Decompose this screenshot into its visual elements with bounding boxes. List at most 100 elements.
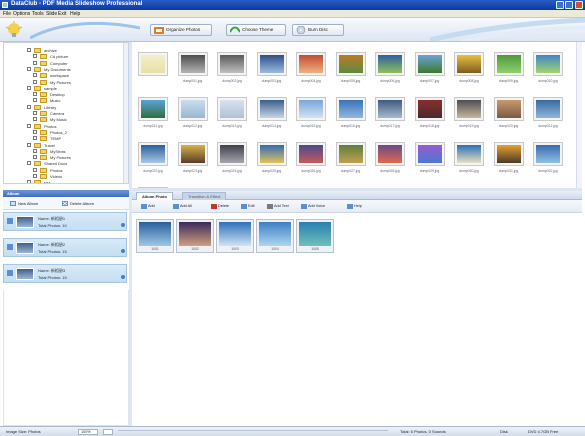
album-delete-icon[interactable] [121,223,125,227]
workspace-tool-add-voice[interactable]: Add Voice [300,203,325,210]
expand-toggle-icon[interactable] [27,142,31,147]
expand-toggle-icon[interactable] [33,79,37,84]
photo-thumbnail[interactable] [335,97,366,121]
expand-toggle-icon[interactable] [33,136,37,141]
folder-icon [34,161,41,167]
organize-photos-button[interactable]: Organize Photos [150,24,212,36]
expand-toggle-icon[interactable] [27,104,31,109]
expand-toggle-icon[interactable] [33,60,37,65]
album-delete-icon[interactable] [121,275,125,279]
photo-thumbnail[interactable] [454,52,484,76]
photo-thumbnail[interactable] [256,52,287,76]
album-item[interactable]: Name: 新相册1 Total Photos: 10 [3,212,127,231]
photo-thumbnail[interactable] [335,52,366,76]
minimize-button[interactable] [556,1,564,9]
burn-disc-button[interactable]: Burn Disc [292,24,344,36]
photo-thumbnail[interactable] [493,52,524,76]
expand-toggle-icon[interactable] [27,85,31,90]
photo-thumbnail[interactable] [296,52,326,76]
expand-toggle-icon[interactable] [33,111,37,115]
expand-toggle-icon[interactable] [33,117,37,122]
album-photo-image [179,222,211,246]
photo-thumbnail[interactable] [256,97,287,121]
photo-thumbnail[interactable] [533,97,563,121]
workspace-tool-delete[interactable]: Delete [210,203,229,210]
photo-thumbnail[interactable] [493,97,524,121]
expand-toggle-icon[interactable] [33,174,37,178]
photo-thumbnail[interactable] [217,97,247,121]
maximize-button[interactable] [565,1,573,9]
photo-thumbnail[interactable] [454,97,484,121]
photo-thumbnail[interactable] [177,97,208,121]
menu-item-options[interactable]: Options [13,11,30,17]
grid-scrollbar[interactable] [576,42,582,188]
tab-album-photo[interactable]: Album Photo [136,192,173,200]
zoom-button[interactable] [103,429,113,435]
album-photo[interactable]: 1001 [136,219,174,253]
choose-theme-button[interactable]: Choose Theme [226,24,286,36]
workspace-tool-add-text[interactable]: Add Text [266,203,289,210]
photo-thumbnail[interactable] [217,52,247,76]
album-item[interactable]: Name: 新相册2 Total Photos: 15 [3,238,127,257]
photo-thumbnail[interactable] [138,97,168,121]
menu-item-file[interactable]: File [3,11,11,17]
tree-item[interactable]: sea [4,179,124,183]
expand-toggle-icon[interactable] [27,161,31,166]
tree-scrollbar[interactable] [123,43,128,183]
expand-toggle-icon[interactable] [33,155,37,160]
photo-thumbnail[interactable] [533,142,563,166]
workspace-tool-add-all[interactable]: Add All [172,203,192,210]
expand-toggle-icon[interactable] [33,167,37,172]
delete-album-button[interactable]: Delete Album [61,200,94,207]
photo-thumbnail[interactable] [493,142,524,166]
expand-toggle-icon[interactable] [33,129,37,134]
expand-toggle-icon[interactable] [33,73,37,78]
photo-thumbnail[interactable] [138,142,168,166]
photo-thumbnail[interactable] [414,97,445,121]
album-photo[interactable]: 1003 [216,219,254,253]
photo-thumbnail[interactable] [533,52,563,76]
expand-toggle-icon[interactable] [33,54,37,59]
expand-toggle-icon[interactable] [27,180,31,183]
thumbnail-caption: dump024.jpg [222,169,242,173]
expand-toggle-icon[interactable] [33,148,37,153]
photo-thumbnail[interactable] [177,52,208,76]
workspace-tool-help[interactable]: Help [346,203,362,210]
workspace-tool-edit[interactable]: Edit [240,203,255,210]
folder-icon [40,60,47,66]
expand-toggle-icon[interactable] [27,66,31,71]
expand-toggle-icon[interactable] [33,98,37,103]
photo-thumbnail[interactable] [296,142,326,166]
photo-thumbnail[interactable] [414,142,445,166]
photo-thumbnail[interactable] [335,142,366,166]
photo-thumbnail[interactable] [375,142,405,166]
menu-item-tools[interactable]: Tools [32,11,44,17]
photo-thumbnail[interactable] [414,52,445,76]
photo-thumbnail[interactable] [454,142,484,166]
expand-toggle-icon[interactable] [33,92,37,97]
close-button[interactable] [575,1,583,9]
workspace-tool-add[interactable]: Add [140,203,155,210]
expand-toggle-icon[interactable] [27,123,31,128]
folder-icon [40,92,47,98]
album-delete-icon[interactable] [121,249,125,253]
menu-item-help[interactable]: Help [70,11,80,17]
photo-thumbnail[interactable] [177,142,208,166]
photo-thumbnail[interactable] [256,142,287,166]
album-photo[interactable]: 1004 [256,219,294,253]
album-photo[interactable]: 1005 [296,219,334,253]
album-photo[interactable]: 1002 [176,219,214,253]
photo-thumbnail[interactable] [296,97,326,121]
photo-thumbnail[interactable] [375,97,405,121]
menu-item-slide[interactable]: Slide [46,11,57,17]
menu-item-exit[interactable]: Exit [58,11,66,17]
photo-thumbnail[interactable] [375,52,405,76]
tab-transition-effect[interactable]: Transition & Effect [182,192,227,200]
photo-thumbnail[interactable] [217,142,247,166]
album-item[interactable]: Name: 新相册3 Total Photos: 15 [3,264,127,283]
expand-toggle-icon[interactable] [27,48,31,52]
workspace-toolbar: Add Add All Delete Edit Add Text Add Voice Hel… [132,200,582,213]
new-album-button[interactable]: New Album [9,200,38,207]
zoom-select[interactable]: 100% [78,429,98,435]
photo-thumbnail[interactable] [138,52,168,76]
